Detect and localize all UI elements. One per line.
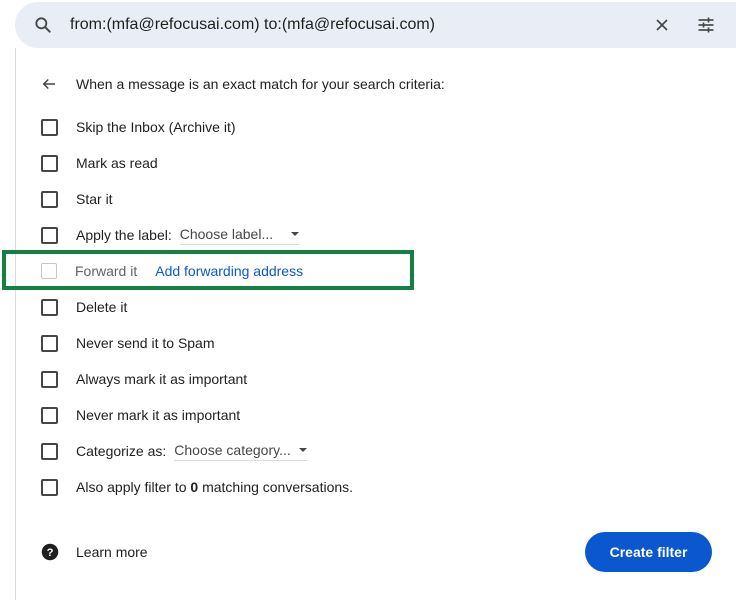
category-select[interactable]: Choose category... [174,441,307,461]
tune-icon[interactable] [695,15,717,35]
apply-label-label: Apply the label: [76,227,172,243]
apply-label-checkbox[interactable] [41,226,58,244]
search-query[interactable]: from:(mfa@refocusai.com) to:(mfa@refocus… [70,16,435,34]
category-select-value: Choose category... [174,441,291,458]
star-label: Star it [76,191,113,207]
mark-read-label: Mark as read [76,155,158,171]
option-apply-label[interactable]: Apply the label: Choose label... [41,225,300,245]
never-spam-label: Never send it to Spam [76,335,215,351]
mark-read-checkbox[interactable] [41,154,58,172]
never-spam-checkbox[interactable] [41,334,58,352]
also-apply-prefix: Also apply filter to [76,479,187,495]
categorize-checkbox[interactable] [41,442,58,460]
label-select[interactable]: Choose label... [179,225,300,245]
skip-inbox-label: Skip the Inbox (Archive it) [76,119,236,135]
also-apply-checkbox[interactable] [41,478,58,496]
help-icon: ? [41,543,59,561]
close-icon[interactable] [652,15,672,35]
never-important-checkbox[interactable] [41,406,58,424]
search-bar[interactable]: from:(mfa@refocusai.com) to:(mfa@refocus… [15,2,736,48]
option-always-important[interactable]: Always mark it as important [41,369,247,389]
option-never-spam[interactable]: Never send it to Spam [41,333,215,353]
dropdown-arrow-icon [291,231,300,236]
option-delete[interactable]: Delete it [41,297,127,317]
label-select-value: Choose label... [179,225,274,242]
always-important-checkbox[interactable] [41,370,58,388]
back-arrow-icon[interactable] [40,75,58,93]
star-checkbox[interactable] [41,190,58,208]
option-skip-inbox[interactable]: Skip the Inbox (Archive it) [41,117,236,137]
option-never-important[interactable]: Never mark it as important [41,405,240,425]
also-apply-count: 0 [190,479,199,495]
skip-inbox-checkbox[interactable] [41,118,58,136]
dropdown-arrow-icon [298,447,307,452]
also-apply-suffix: matching conversations. [202,479,354,495]
svg-text:?: ? [47,547,54,559]
option-also-apply[interactable]: Also apply filter to 0 matching conversa… [41,477,353,497]
delete-label: Delete it [76,299,128,315]
never-important-label: Never mark it as important [76,407,241,423]
categorize-label: Categorize as: [76,443,167,459]
option-star[interactable]: Star it [41,189,113,209]
search-icon[interactable] [33,15,53,35]
option-categorize[interactable]: Categorize as: Choose category... [41,441,307,461]
create-filter-button[interactable]: Create filter [585,532,712,572]
delete-checkbox[interactable] [41,298,58,316]
also-apply-label: Also apply filter to 0 matching conversa… [76,479,353,495]
learn-more-link[interactable]: Learn more [76,544,148,560]
filter-header: When a message is an exact match for you… [76,76,445,92]
option-mark-read[interactable]: Mark as read [41,153,158,173]
highlight-box [2,250,414,290]
always-important-label: Always mark it as important [76,371,248,387]
